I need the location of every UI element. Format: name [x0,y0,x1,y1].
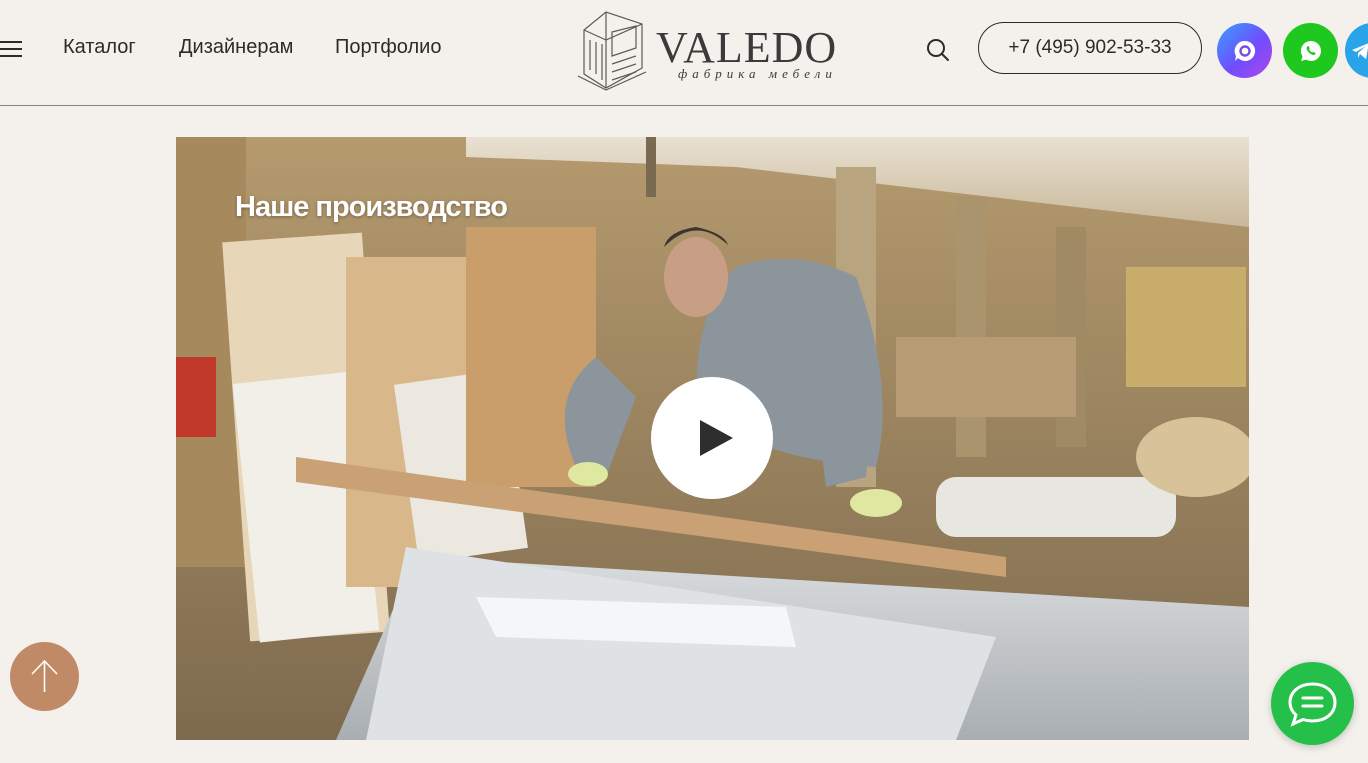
max-messenger-button[interactable] [1217,23,1272,78]
chat-widget-button[interactable] [1271,662,1354,745]
logo-tagline: фабрика мебели [678,66,837,81]
play-button[interactable] [651,377,773,499]
site-header: Каталог Дизайнерам Портфолио VALEDO фабр… [0,0,1368,106]
nav-link-designers[interactable]: Дизайнерам [179,36,293,59]
scroll-to-top-button[interactable] [10,642,79,711]
production-video[interactable]: Наше производство [176,137,1249,740]
logo-wordmark: VALEDO [656,23,838,72]
hamburger-menu-icon[interactable] [0,40,24,60]
search-icon[interactable] [925,37,951,63]
whatsapp-button[interactable] [1283,23,1338,78]
telegram-button[interactable] [1345,23,1368,78]
arrow-up-icon [31,659,58,692]
nav-link-catalog[interactable]: Каталог [63,36,136,59]
whatsapp-icon [1300,40,1321,61]
phone-button[interactable]: +7 (495) 902-53-33 [978,22,1202,74]
logo-emblem-icon [577,11,647,91]
nav-link-portfolio[interactable]: Портфолио [335,36,441,59]
play-icon [700,420,733,456]
logo[interactable]: VALEDO фабрика мебели [576,10,856,92]
chat-bubble-icon [1288,682,1337,727]
max-icon [1234,40,1255,61]
telegram-icon [1352,42,1368,59]
video-title: Наше производство [235,191,508,223]
